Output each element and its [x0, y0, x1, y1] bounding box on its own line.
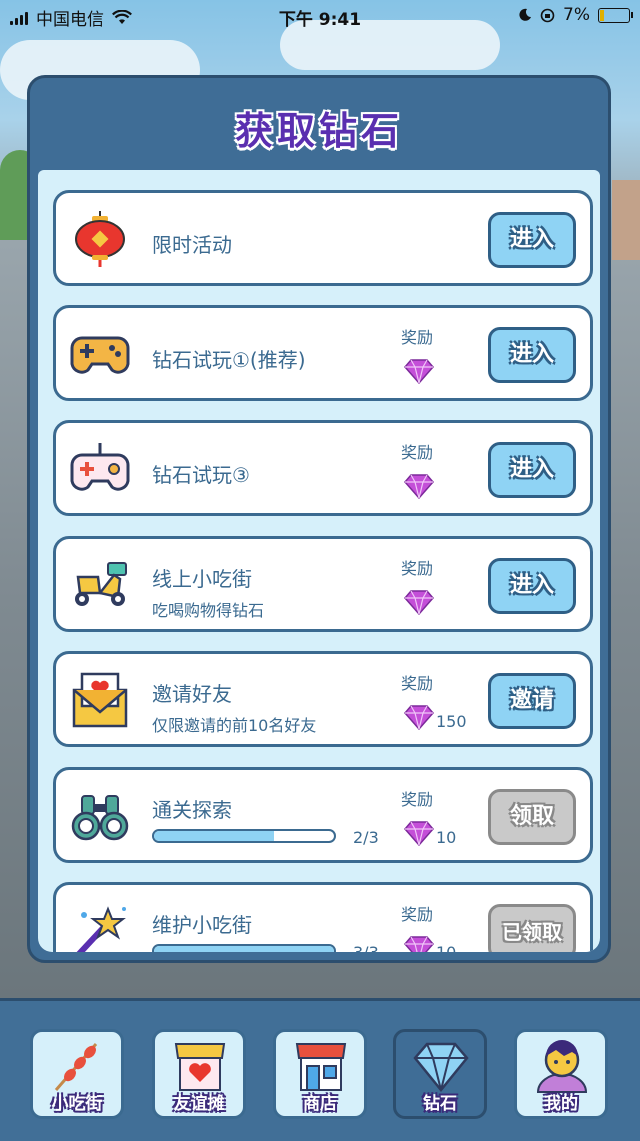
tab-label: 小吃街 — [51, 1094, 103, 1114]
invite-button[interactable]: 邀请 — [488, 673, 576, 729]
scooter-icon — [75, 562, 127, 606]
row-title: 线上小吃街 — [152, 567, 252, 591]
reward-amount: 150 — [436, 712, 467, 731]
row-subtitle: 吃喝购物得钻石 — [152, 601, 265, 620]
list-item: 限时活动 进入 — [53, 190, 593, 286]
progress-bar — [152, 829, 336, 843]
list-item: 通关探索 2/3 奖励 10 领取 — [53, 767, 593, 863]
get-diamonds-panel: 获取钻石 限时活动 进入 钻石试玩①(推荐) 奖励 进入 钻石试玩③ 奖励 进入… — [27, 75, 611, 963]
enter-button[interactable]: 进入 — [488, 212, 576, 268]
list-item: 邀请好友 仅限邀请的前10名好友 奖励 150 邀请 — [53, 651, 593, 747]
claim-button[interactable]: 领取 — [488, 789, 576, 845]
progress-bar — [152, 944, 336, 952]
reward-label: 奖励 — [401, 328, 434, 347]
status-bar: 中国电信 下午 9:41 7% — [0, 0, 640, 32]
gamepad-outline-icon — [70, 443, 130, 491]
tab-friendship-stall[interactable]: 友谊摊 — [152, 1029, 246, 1119]
tab-label: 钻石 — [423, 1094, 457, 1114]
list-item: 维护小吃街 3/3 奖励 10 已领取 — [53, 882, 593, 952]
reward-amount: 10 — [436, 828, 457, 847]
reward-label: 奖励 — [401, 443, 434, 462]
tab-diamond[interactable]: 钻石 — [393, 1029, 487, 1119]
enter-button[interactable]: 进入 — [488, 558, 576, 614]
enter-button[interactable]: 进入 — [488, 327, 576, 383]
reward-label: 奖励 — [401, 559, 434, 578]
battery-icon — [598, 7, 633, 23]
diamond-icon — [404, 936, 434, 952]
reward-amount: 10 — [436, 943, 456, 952]
enter-button[interactable]: 进入 — [488, 442, 576, 498]
tab-label: 商店 — [303, 1094, 337, 1114]
orientation-lock-icon — [540, 8, 555, 22]
reward-label: 奖励 — [401, 674, 434, 693]
lantern-icon — [75, 211, 125, 267]
tab-label: 我的 — [544, 1094, 578, 1114]
tab-store[interactable]: 商店 — [273, 1029, 367, 1119]
reward-label: 奖励 — [401, 790, 434, 809]
list-item: 钻石试玩③ 奖励 进入 — [53, 420, 593, 516]
moon-icon — [519, 8, 532, 21]
bottom-nav: 小吃街 友谊摊 商店 钻石 我的 — [0, 998, 640, 1141]
tab-snack-street[interactable]: 小吃街 — [30, 1029, 124, 1119]
magic-wand-icon — [76, 906, 126, 952]
row-subtitle: 仅限邀请的前10名好友 — [152, 716, 317, 735]
row-title: 通关探索 — [152, 798, 232, 822]
row-title: 钻石试玩①(推荐) — [152, 348, 306, 372]
diamond-icon — [404, 590, 434, 615]
list-item: 钻石试玩①(推荐) 奖励 进入 — [53, 305, 593, 401]
reward-label: 奖励 — [401, 905, 434, 924]
panel-title: 获取钻石 — [234, 109, 403, 153]
gamepad-icon — [70, 336, 130, 374]
row-title: 钻石试玩③ — [152, 463, 250, 487]
binoculars-icon — [71, 795, 129, 841]
building-decoration — [612, 180, 640, 260]
skewer-icon — [54, 1043, 98, 1091]
store-icon — [295, 1043, 347, 1091]
diamond-icon — [404, 359, 434, 384]
row-title: 限时活动 — [152, 233, 232, 257]
diamond-icon — [404, 705, 434, 730]
list-item: 线上小吃街 吃喝购物得钻石 奖励 进入 — [53, 536, 593, 632]
task-list[interactable]: 限时活动 进入 钻石试玩①(推荐) 奖励 进入 钻石试玩③ 奖励 进入 线上小吃… — [38, 170, 600, 952]
diamond-icon — [413, 1042, 469, 1092]
battery-percent: 7% — [563, 5, 590, 25]
row-title: 邀请好友 — [152, 682, 232, 706]
progress-fill — [154, 831, 275, 841]
claimed-button[interactable]: 已领取 — [488, 904, 576, 952]
row-title: 维护小吃街 — [152, 913, 252, 937]
invite-letter-icon — [72, 672, 128, 728]
progress-text: 3/3 — [353, 943, 379, 952]
tab-mine[interactable]: 我的 — [514, 1029, 608, 1119]
tab-label: 友谊摊 — [173, 1094, 225, 1114]
avatar-icon — [536, 1040, 588, 1093]
diamond-icon — [404, 474, 434, 499]
heart-stall-icon — [174, 1043, 226, 1091]
progress-fill — [154, 946, 334, 952]
progress-text: 2/3 — [353, 828, 379, 847]
diamond-icon — [404, 821, 434, 846]
